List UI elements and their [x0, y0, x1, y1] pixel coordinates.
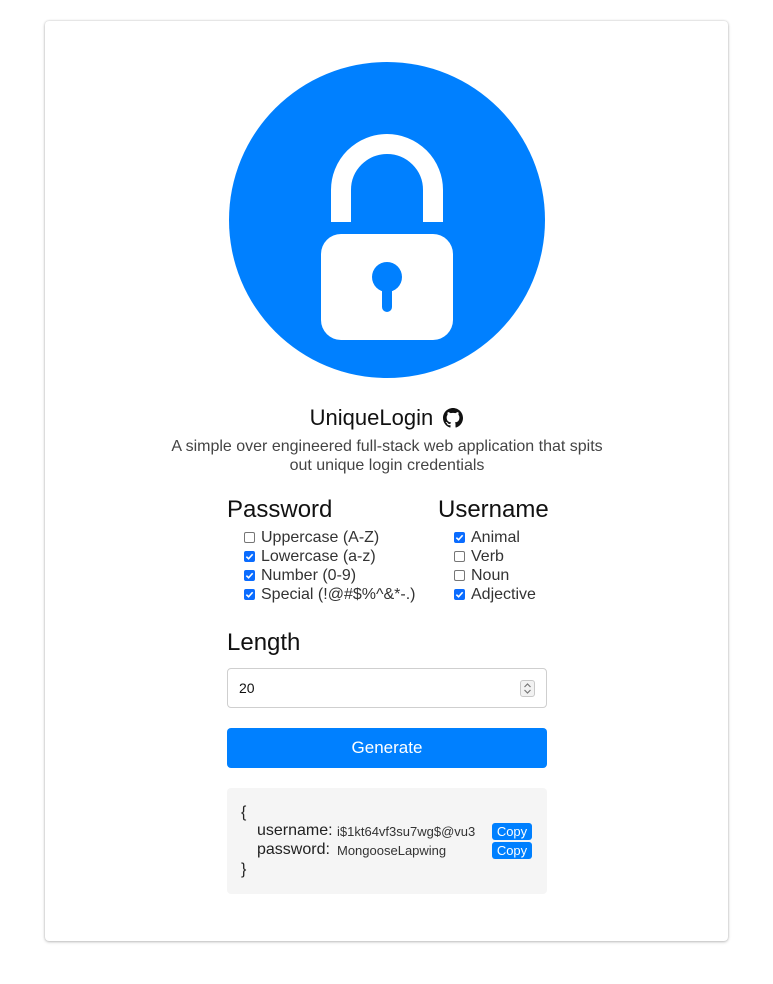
verb-checkbox[interactable] [454, 551, 465, 562]
password-option-special[interactable]: Special (!@#$%^&*-.) [244, 585, 415, 604]
app-title: UniqueLogin [309, 405, 434, 430]
copy-username-button[interactable]: Copy [492, 823, 532, 840]
length-heading: Length [227, 629, 301, 656]
app-subtitle: A simple over engineered full-stack web … [171, 438, 603, 474]
option-label: Verb [471, 548, 504, 565]
number-checkbox[interactable] [244, 570, 255, 581]
generate-button[interactable]: Generate [227, 728, 547, 768]
password-heading: Password [227, 496, 333, 523]
username-option-animal[interactable]: Animal [454, 528, 520, 547]
username-option-noun[interactable]: Noun [454, 566, 509, 585]
copy-password-button[interactable]: Copy [492, 842, 532, 859]
logo [229, 62, 545, 378]
result-box: { username: i$1kt64vf3su7wg$@vu3 Copy pa… [227, 788, 547, 894]
password-result-row: password: MongooseLapwing [257, 841, 492, 859]
uppercase-checkbox[interactable] [244, 532, 255, 543]
option-label: Adjective [471, 586, 536, 603]
open-brace: { [241, 804, 247, 821]
close-brace: } [241, 861, 247, 878]
github-icon[interactable] [443, 408, 464, 428]
option-label: Number (0-9) [261, 567, 357, 584]
special-checkbox[interactable] [244, 589, 255, 600]
app-title-row: UniqueLogin [45, 405, 728, 431]
option-label: Lowercase (a-z) [261, 548, 376, 565]
password-option-number[interactable]: Number (0-9) [244, 566, 356, 585]
lowercase-checkbox[interactable] [244, 551, 255, 562]
username-option-adjective[interactable]: Adjective [454, 585, 536, 604]
option-label: Uppercase (A-Z) [261, 529, 380, 546]
lock-icon [321, 134, 453, 340]
username-value: i$1kt64vf3su7wg$@vu3 [337, 823, 476, 839]
option-label: Noun [471, 567, 510, 584]
option-label: Animal [471, 529, 520, 546]
option-label: Special (!@#$%^&*-.) [261, 586, 416, 603]
length-input[interactable]: 20 [227, 668, 547, 708]
main-card: UniqueLogin A simple over engineered ful… [45, 21, 728, 941]
username-key: username: [257, 822, 333, 839]
animal-checkbox[interactable] [454, 532, 465, 543]
password-value: MongooseLapwing [337, 842, 447, 858]
stepper-arrows-icon[interactable] [523, 682, 532, 695]
adjective-checkbox[interactable] [454, 589, 465, 600]
length-stepper[interactable] [520, 679, 535, 697]
username-heading: Username [438, 496, 549, 523]
username-result-row: username: i$1kt64vf3su7wg$@vu3 [257, 822, 492, 840]
password-key: password: [257, 841, 330, 858]
noun-checkbox[interactable] [454, 570, 465, 581]
password-option-lowercase[interactable]: Lowercase (a-z) [244, 547, 376, 566]
length-value[interactable]: 20 [239, 680, 520, 696]
username-option-verb[interactable]: Verb [454, 547, 504, 566]
password-option-uppercase[interactable]: Uppercase (A-Z) [244, 528, 379, 547]
